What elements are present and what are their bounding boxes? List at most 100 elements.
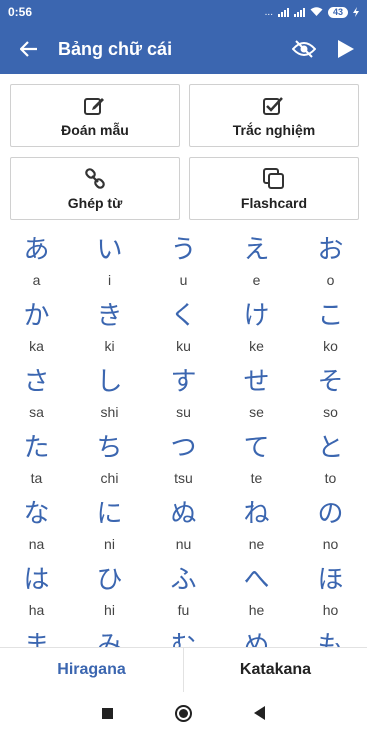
kana-char: た (23, 433, 50, 463)
tab-hiragana[interactable]: Hiragana (0, 648, 184, 692)
kana-char: き (96, 301, 123, 331)
kana-char: せ (243, 367, 270, 397)
kana-cell[interactable]: と to (294, 427, 367, 493)
romaji: se (249, 404, 264, 420)
guess-pattern-button[interactable]: Đoán mẫu (10, 84, 180, 147)
kana-cell[interactable]: の no (294, 493, 367, 559)
home-icon[interactable] (175, 704, 192, 722)
recents-icon[interactable] (102, 707, 113, 719)
kana-cell[interactable]: け ke (220, 295, 293, 361)
romaji: hi (104, 602, 115, 618)
back-icon[interactable] (254, 706, 265, 720)
kana-cell[interactable]: ほ ho (294, 559, 367, 625)
kana-cell[interactable]: こ ko (294, 295, 367, 361)
romaji: so (323, 404, 338, 420)
kana-cell[interactable]: ふ fu (147, 559, 220, 625)
quiz-label: Trắc nghiệm (232, 121, 316, 138)
kana-cell[interactable]: おo (294, 229, 367, 295)
toggle-visibility-button[interactable] (283, 24, 325, 74)
kana-char: て (243, 433, 270, 463)
kana-char: さ (23, 367, 50, 397)
romaji: ta (30, 470, 43, 486)
romaji: u (179, 272, 188, 288)
kana-cell[interactable]: あa (0, 229, 73, 295)
kana-char: あ (23, 235, 50, 265)
kana-cell[interactable]: て te (220, 427, 293, 493)
kana-cell[interactable]: き ki (73, 295, 146, 361)
kana-cell[interactable]: た ta (0, 427, 73, 493)
romaji: a (32, 272, 41, 288)
romaji: ho (322, 602, 339, 618)
play-button[interactable] (325, 24, 367, 74)
battery-icon: 43 (327, 6, 348, 18)
kana-cell[interactable]: ひ hi (73, 559, 146, 625)
romaji: ka (29, 338, 44, 354)
kana-char: そ (317, 367, 344, 397)
kana-char: へ (243, 565, 270, 595)
kana-cell[interactable]: な na (0, 493, 73, 559)
checkbox-icon (263, 94, 285, 118)
back-button[interactable] (0, 24, 58, 74)
flashcard-button[interactable]: Flashcard (189, 157, 359, 220)
kana-cell[interactable]: し shi (73, 361, 146, 427)
kana-cell[interactable]: さ sa (0, 361, 73, 427)
kana-char: く (170, 301, 197, 331)
romaji: na (28, 536, 45, 552)
kana-char: も (317, 631, 344, 647)
romaji: ki (104, 338, 115, 354)
romaji: ku (176, 338, 191, 354)
kana-cell[interactable]: か ka (0, 295, 73, 361)
romaji: te (250, 470, 263, 486)
status-time: 0:56 (8, 5, 33, 19)
kana-char: ち (96, 433, 123, 463)
kana-char: む (170, 631, 197, 647)
kana-cell[interactable]: みmi (73, 625, 146, 647)
kana-cell[interactable]: ぬ nu (147, 493, 220, 559)
kana-cell[interactable]: まma (0, 625, 73, 647)
kana-cell[interactable]: す su (147, 361, 220, 427)
kana-cell[interactable]: に ni (73, 493, 146, 559)
app-bar: Bảng chữ cái (0, 24, 367, 74)
kana-cell[interactable]: めme (220, 625, 293, 647)
kana-cell[interactable]: うu (147, 229, 220, 295)
tab-katakana[interactable]: Katakana (184, 648, 367, 692)
match-words-label: Ghép từ (67, 194, 123, 211)
kana-cell[interactable]: むmu (147, 625, 220, 647)
kana-char: え (243, 235, 270, 265)
kana-cell[interactable]: く ku (147, 295, 220, 361)
status-icons: ... 43 (265, 6, 359, 18)
kana-char: ね (243, 499, 270, 529)
kana-cell[interactable]: は ha (0, 559, 73, 625)
quiz-button[interactable]: Trắc nghiệm (189, 84, 359, 147)
romaji: chi (100, 470, 119, 486)
kana-cell[interactable]: ち chi (73, 427, 146, 493)
romaji: shi (100, 404, 119, 420)
kana-char: ほ (317, 565, 344, 595)
kana-cell[interactable]: そ so (294, 361, 367, 427)
kana-cell[interactable]: いi (73, 229, 146, 295)
kana-char: か (23, 301, 50, 331)
kana-char: は (23, 565, 50, 595)
romaji: to (324, 470, 337, 486)
romaji: ko (323, 338, 338, 354)
kana-cell[interactable]: つ tsu (147, 427, 220, 493)
romaji: tsu (174, 470, 193, 486)
kana-cell[interactable]: ね ne (220, 493, 293, 559)
kana-cell[interactable]: もmo (294, 625, 367, 647)
kana-char: の (317, 499, 344, 529)
kana-char: ぬ (170, 499, 197, 529)
system-nav-bar (0, 692, 367, 734)
kana-cell[interactable]: えe (220, 229, 293, 295)
kana-char: お (317, 235, 344, 265)
kana-cell[interactable]: へ he (220, 559, 293, 625)
romaji: e (252, 272, 261, 288)
match-words-button[interactable]: Ghép từ (10, 157, 180, 220)
kana-cell[interactable]: せ se (220, 361, 293, 427)
eye-off-icon (292, 40, 316, 58)
arrow-left-icon (20, 41, 37, 57)
romaji: fu (177, 602, 190, 618)
kana-char: け (243, 301, 270, 331)
romaji: ne (248, 536, 265, 552)
signal-icon (277, 7, 289, 17)
romaji: ke (249, 338, 264, 354)
